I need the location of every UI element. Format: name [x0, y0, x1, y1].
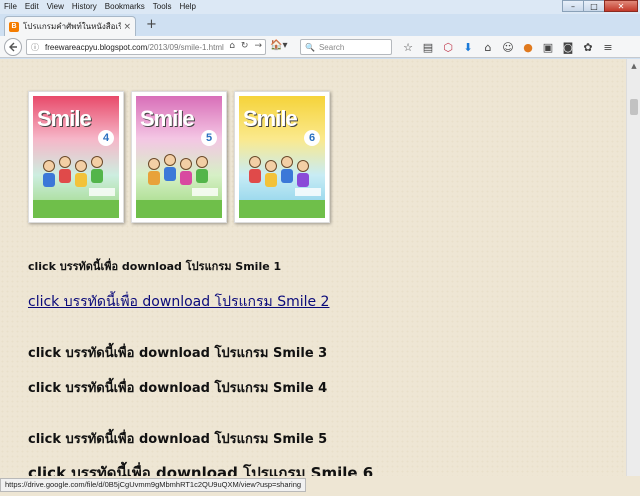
- book-cover-smile-6[interactable]: Smile 6: [234, 91, 330, 223]
- book-cover-smile-5[interactable]: Smile 5: [131, 91, 227, 223]
- reading-list-icon[interactable]: ▤: [418, 39, 438, 55]
- status-bar: https://drive.google.com/file/d/0B5jCgUv…: [0, 476, 640, 496]
- cover-title: Smile: [243, 106, 298, 131]
- back-button[interactable]: [4, 38, 22, 56]
- home-dropdown-icon[interactable]: 🏠▾: [270, 40, 287, 51]
- download-icon[interactable]: ⬇: [458, 39, 478, 55]
- scroll-thumb[interactable]: [630, 99, 638, 115]
- cover-number: 6: [304, 130, 320, 146]
- menu-view[interactable]: View: [43, 0, 68, 14]
- basketball-icon[interactable]: ●: [518, 39, 538, 55]
- menu-tools[interactable]: Tools: [149, 0, 176, 14]
- addon-icon[interactable]: ✿: [578, 39, 598, 55]
- book-cover-smile-4[interactable]: Smile 4: [28, 91, 124, 223]
- link-url-tooltip: https://drive.google.com/file/d/0B5jCgUv…: [0, 478, 307, 492]
- search-icon: 🔍: [305, 42, 315, 52]
- home-icon[interactable]: ⌂: [478, 39, 498, 55]
- pocket-icon[interactable]: ⬡: [438, 39, 458, 55]
- menu-help[interactable]: Help: [175, 0, 199, 14]
- menu-file[interactable]: File: [0, 0, 21, 14]
- download-link-smile-2[interactable]: click บรรทัดนี้เพื่อ download โปรแกรม Sm…: [28, 291, 329, 313]
- cover-title: Smile: [140, 106, 195, 131]
- search-bar[interactable]: 🔍 Search: [300, 39, 392, 55]
- tab-strip: B โปรแกรมคำศัพท์ในหนังสือเรี... × +: [0, 14, 640, 36]
- arrow-right-icon[interactable]: →: [254, 41, 262, 51]
- tab-active[interactable]: B โปรแกรมคำศัพท์ในหนังสือเรี... ×: [4, 16, 136, 36]
- blogger-favicon-icon: B: [9, 21, 19, 32]
- page-actions-icon[interactable]: ⌂: [229, 41, 235, 51]
- cover-number: 5: [201, 130, 217, 146]
- tab-close-icon[interactable]: ×: [123, 22, 131, 32]
- camera-icon[interactable]: ◙: [558, 39, 578, 55]
- window-controls: – □ ✕: [562, 0, 638, 12]
- close-window-button[interactable]: ✕: [604, 0, 638, 12]
- book-covers: Smile 4 Smile 5 Smile 6: [28, 91, 330, 223]
- nav-toolbar: ⓘ freewareacpyu.blogspot.com/2013/09/smi…: [0, 36, 640, 58]
- smiley-icon[interactable]: ☺: [498, 39, 518, 55]
- search-placeholder: Search: [318, 42, 345, 52]
- cover-number: 4: [98, 130, 114, 146]
- download-link-smile-5[interactable]: click บรรทัดนี้เพื่อ download โปรแกรม Sm…: [28, 428, 327, 449]
- maximize-button[interactable]: □: [583, 0, 605, 12]
- cover-title: Smile: [37, 106, 92, 131]
- reload-icon[interactable]: ↻: [241, 41, 249, 51]
- tab-title: โปรแกรมคำศัพท์ในหนังสือเรี...: [23, 22, 122, 31]
- menu-icon[interactable]: ≡: [598, 39, 618, 55]
- star-icon[interactable]: ☆: [398, 39, 418, 55]
- menu-edit[interactable]: Edit: [21, 0, 43, 14]
- minimize-button[interactable]: –: [562, 0, 584, 12]
- download-link-smile-1[interactable]: click บรรทัดนี้เพื่อ download โปรแกรม Sm…: [28, 257, 281, 275]
- menu-bookmarks[interactable]: Bookmarks: [101, 0, 149, 14]
- menu-bar: File Edit View History Bookmarks Tools H…: [0, 0, 640, 14]
- page-content: Smile 4 Smile 5 Smile 6 click บรรทัดนี้เ…: [0, 59, 626, 476]
- url-actions: ⌂ ↻ →: [229, 41, 262, 51]
- site-info-icon[interactable]: ⓘ: [31, 42, 39, 53]
- menu-history[interactable]: History: [68, 0, 101, 14]
- url-bar[interactable]: ⓘ freewareacpyu.blogspot.com/2013/09/smi…: [26, 39, 266, 55]
- download-link-smile-3[interactable]: click บรรทัดนี้เพื่อ download โปรแกรม Sm…: [28, 342, 327, 363]
- toolbar-icons: ☆ ▤ ⬡ ⬇ ⌂ ☺ ● ▣ ◙ ✿ ≡: [398, 39, 618, 55]
- new-tab-button[interactable]: +: [146, 18, 157, 32]
- download-link-smile-6[interactable]: click บรรทัดนี้เพื่อ download โปรแกรม Sm…: [28, 461, 373, 476]
- download-link-smile-4[interactable]: click บรรทัดนี้เพื่อ download โปรแกรม Sm…: [28, 377, 327, 398]
- save-icon[interactable]: ▣: [538, 39, 558, 55]
- url-text[interactable]: freewareacpyu.blogspot.com/2013/09/smile…: [45, 43, 224, 52]
- back-arrow-icon: [9, 42, 17, 52]
- vertical-scrollbar[interactable]: ▲: [626, 59, 640, 476]
- scroll-up-arrow-icon[interactable]: ▲: [627, 59, 640, 73]
